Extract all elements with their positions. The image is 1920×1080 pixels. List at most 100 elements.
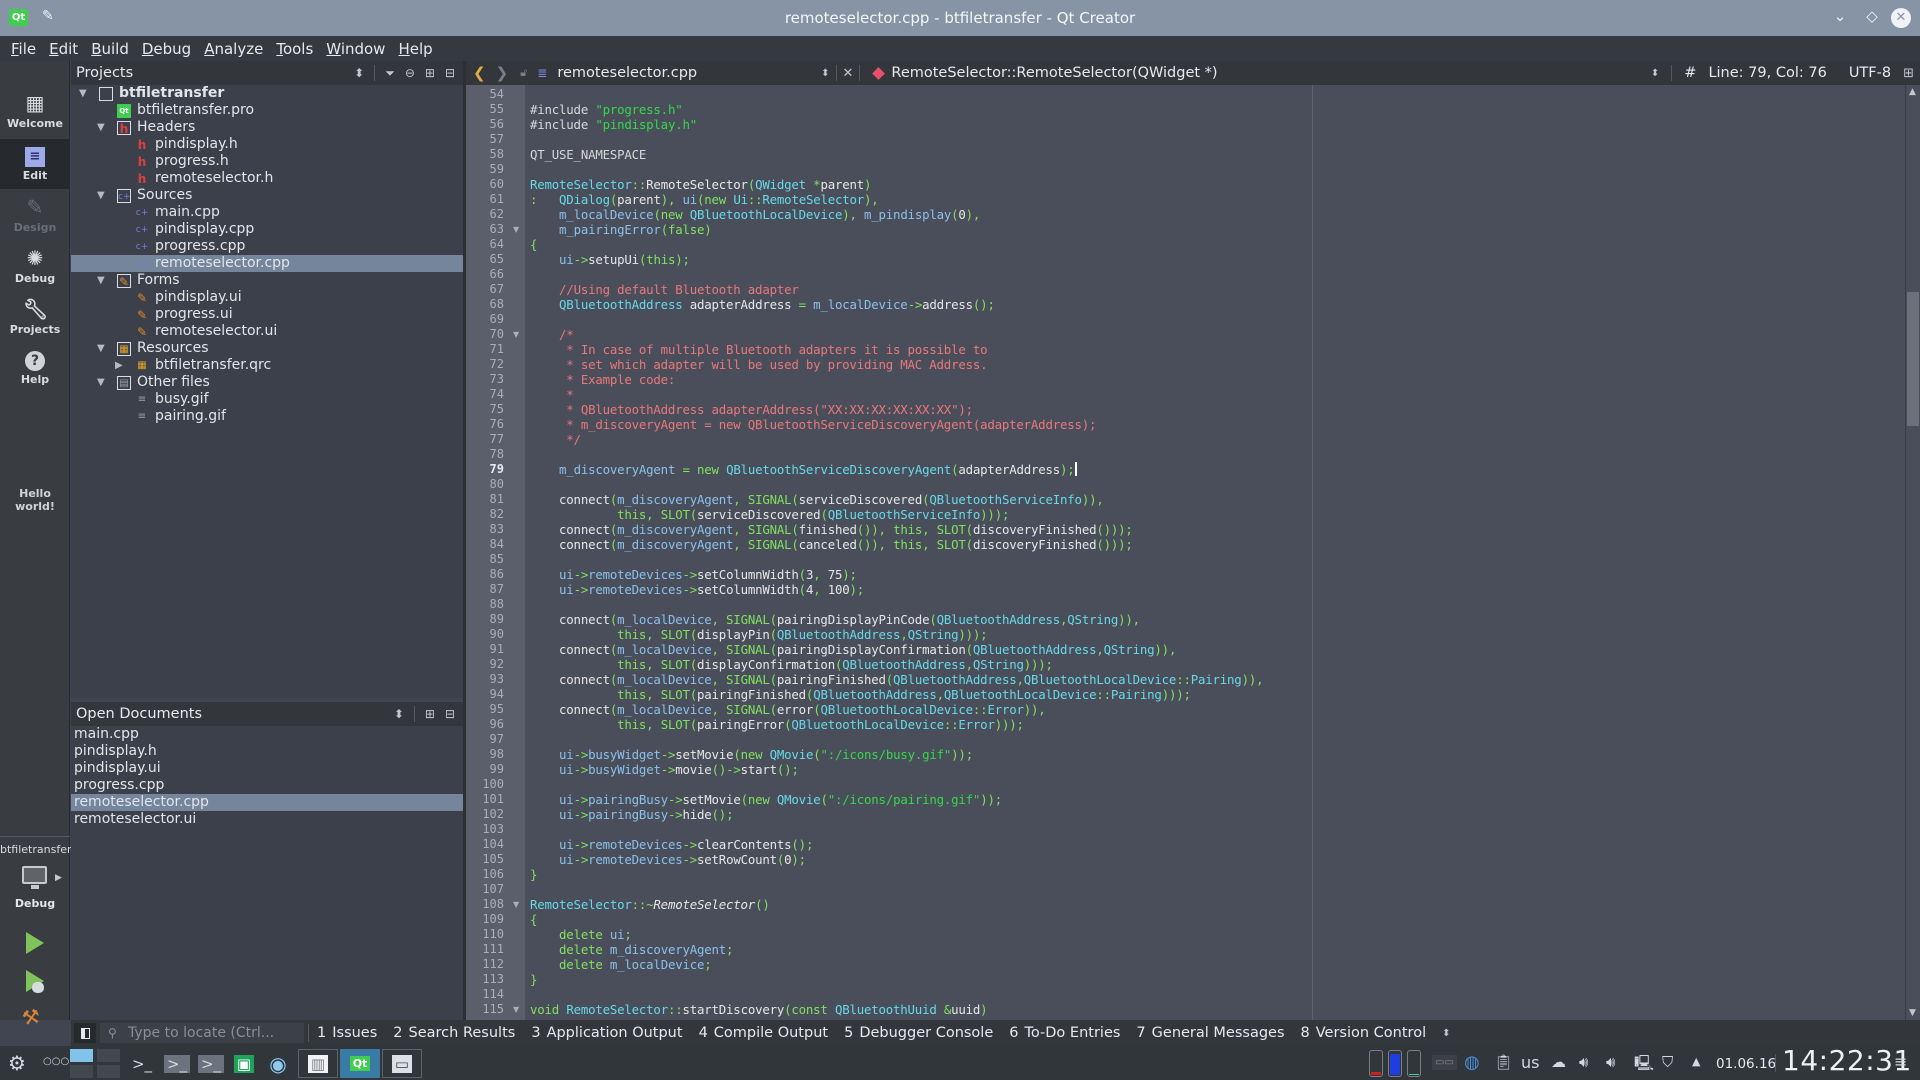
tree-item[interactable]: c+ remoteselector.cpp xyxy=(71,255,463,272)
code-line[interactable]: delete ui; xyxy=(530,927,632,942)
browser-launcher[interactable]: ◉ xyxy=(258,1049,298,1078)
code-line[interactable]: RemoteSelector::RemoteSelector(QWidget *… xyxy=(530,177,871,192)
code-line[interactable]: this, SLOT(displayPin(QBluetoothAddress,… xyxy=(530,627,988,642)
tree-item[interactable]: ▼ c+ Sources xyxy=(71,187,463,204)
link-editor-icon[interactable]: ⊖ xyxy=(405,66,415,80)
mode-welcome[interactable]: ▦ Welcome xyxy=(0,87,70,137)
code-line[interactable]: m_discoveryAgent = new QBluetoothService… xyxy=(530,462,1077,477)
menu-build[interactable]: Build xyxy=(86,40,137,58)
mode-help[interactable]: ? Help xyxy=(0,345,70,395)
tree-item[interactable]: ▼ btfiletransfer xyxy=(71,85,463,102)
scroll-down-icon[interactable]: ▼ xyxy=(1909,1008,1916,1018)
tree-item[interactable]: h remoteselector.h xyxy=(71,170,463,187)
code-line[interactable]: ui->remoteDevices->setRowCount(0); xyxy=(530,852,806,867)
open-document-item[interactable]: remoteselector.ui xyxy=(71,811,463,828)
code-line[interactable]: //Using default Bluetooth adapter xyxy=(530,282,799,297)
code-line[interactable]: { xyxy=(530,912,537,927)
close-pane-icon[interactable]: ⊟ xyxy=(445,66,455,80)
code-line[interactable]: ui->remoteDevices->setColumnWidth(4, 100… xyxy=(530,582,864,597)
code-line[interactable]: connect(m_discoveryAgent, SIGNAL(cancele… xyxy=(530,537,1133,552)
terminal-launcher[interactable]: >_ xyxy=(122,1049,162,1078)
panel-menu-icon[interactable]: ≡ xyxy=(1894,1052,1907,1071)
output-tab-to-do-entries[interactable]: 6 To-Do Entries xyxy=(1009,1025,1120,1041)
task-qt-creator[interactable]: Qt xyxy=(340,1049,380,1078)
code-line[interactable]: : QDialog(parent), ui(new Ui::RemoteSele… xyxy=(530,192,879,207)
mode-debug[interactable]: ✺ Debug xyxy=(0,242,70,292)
code-line[interactable]: ui->busyWidget->movie()->start(); xyxy=(530,762,799,777)
output-tabs-switch-icon[interactable]: ⬍ xyxy=(1442,1028,1450,1039)
mode-projects[interactable]: 🔧︎ Projects xyxy=(0,293,70,343)
file-switch-icon[interactable]: ⬍ xyxy=(821,68,829,79)
code-line[interactable]: connect(m_localDevice, SIGNAL(pairingDis… xyxy=(530,642,1176,657)
minimize-button[interactable]: ⌄ xyxy=(1830,7,1850,25)
expand-arrow-icon[interactable]: ▼ xyxy=(97,340,105,357)
expand-arrow-icon[interactable]: ▼ xyxy=(97,119,105,136)
code-line[interactable]: this, SLOT(serviceDiscovered(QBluetoothS… xyxy=(530,507,1009,522)
fold-marker-icon[interactable]: ▼ xyxy=(513,897,519,912)
code-line[interactable]: { xyxy=(530,237,537,252)
collapse-arrow-icon[interactable]: ▶ xyxy=(115,357,123,374)
tree-item[interactable]: ▼ ▤ Other files xyxy=(71,374,463,391)
fold-marker-icon[interactable]: ▼ xyxy=(513,327,519,342)
code-line[interactable]: this, SLOT(pairingError(QBluetoothLocalD… xyxy=(530,717,1024,732)
menu-debug[interactable]: Debug xyxy=(137,40,199,58)
menu-tools[interactable]: Tools xyxy=(271,40,321,58)
code-line[interactable]: void RemoteSelector::startDiscovery(cons… xyxy=(530,1002,988,1017)
task-dolphin[interactable]: ▥ xyxy=(298,1049,338,1078)
expand-arrow-icon[interactable]: ▼ xyxy=(97,272,105,289)
tree-item[interactable]: ✎ pindisplay.ui xyxy=(71,289,463,306)
output-tab-general-messages[interactable]: 7 General Messages xyxy=(1136,1025,1284,1041)
code-line[interactable]: ui->pairingBusy->hide(); xyxy=(530,807,733,822)
virtual-desktop-pager[interactable] xyxy=(70,1049,122,1078)
show-hidden-icons[interactable]: ▲ xyxy=(1692,1055,1700,1068)
keyboard-layout[interactable]: us xyxy=(1521,1053,1539,1072)
menu-help[interactable]: Help xyxy=(393,40,440,58)
code-line[interactable]: * m_discoveryAgent = new QBluetoothServi… xyxy=(530,417,1096,432)
code-line[interactable]: * xyxy=(530,387,573,402)
thunderbird-icon[interactable]: ◍ xyxy=(1464,1052,1480,1073)
network-icon[interactable]: 🖳 xyxy=(1634,1053,1654,1078)
code-line[interactable]: * Example code: xyxy=(530,372,675,387)
code-line[interactable]: delete m_localDevice; xyxy=(530,957,712,972)
code-line[interactable]: this, SLOT(displayConfirmation(QBluetoot… xyxy=(530,657,1053,672)
date-label[interactable]: 01.06.16 xyxy=(1716,1056,1776,1072)
run-button[interactable] xyxy=(26,932,44,954)
close-document-icon[interactable]: ✕ xyxy=(843,66,854,81)
code-line[interactable]: connect(m_discoveryAgent, SIGNAL(service… xyxy=(530,492,1104,507)
code-line[interactable]: */ xyxy=(530,432,581,447)
tree-item[interactable]: ≡ busy.gif xyxy=(71,391,463,408)
current-file-dropdown[interactable]: remoteselector.cpp xyxy=(557,65,697,81)
clipboard-icon[interactable]: 📋︎ xyxy=(1494,1053,1513,1071)
output-tab-application-output[interactable]: 3 Application Output xyxy=(531,1025,682,1041)
code-line[interactable]: * set which adapter will be used by prov… xyxy=(530,357,987,372)
code-line[interactable]: ui->busyWidget->setMovie(new QMovie(":/i… xyxy=(530,747,973,762)
editor-scrollbar[interactable]: ▲ ▼ xyxy=(1905,85,1920,1020)
symbol-switch-icon[interactable]: ⬍ xyxy=(1651,68,1659,79)
tree-item[interactable]: ≡ pairing.gif xyxy=(71,408,463,425)
fold-marker-icon[interactable]: ▼ xyxy=(513,222,519,237)
code-line[interactable]: QT_USE_NAMESPACE xyxy=(530,147,646,162)
code-line[interactable]: QBluetoothAddress adapterAddress = m_loc… xyxy=(530,297,995,312)
code-line[interactable]: } xyxy=(530,972,537,987)
split-editor-icon[interactable]: ⊞ xyxy=(1903,66,1914,81)
tree-item[interactable]: c+ main.cpp xyxy=(71,204,463,221)
code-line[interactable]: connect(m_discoveryAgent, SIGNAL(finishe… xyxy=(530,522,1133,537)
expand-arrow-icon[interactable]: ▼ xyxy=(97,187,105,204)
tree-item[interactable]: ✎ remoteselector.ui xyxy=(71,323,463,340)
split-icon[interactable]: ⊞ xyxy=(425,707,435,721)
maximize-button[interactable]: ◇ xyxy=(1862,7,1882,25)
open-document-item[interactable]: main.cpp xyxy=(71,726,463,743)
code-line[interactable]: RemoteSelector::~RemoteSelector() xyxy=(530,897,770,912)
open-document-item[interactable]: pindisplay.h xyxy=(71,743,463,760)
code-line[interactable]: m_localDevice(new QBluetoothLocalDevice)… xyxy=(530,207,980,222)
kde-launcher-icon[interactable]: ⚙ xyxy=(8,1051,26,1075)
split-icon[interactable]: ⊞ xyxy=(425,66,435,80)
back-icon[interactable]: ❮ xyxy=(473,64,486,82)
code-line[interactable]: * QBluetoothAddress adapterAddress("XX:X… xyxy=(530,402,973,417)
menu-file[interactable]: File xyxy=(6,40,44,58)
toggle-sidebar-button[interactable] xyxy=(74,1023,96,1043)
volume-icon[interactable]: 🔊︎ xyxy=(1579,1053,1588,1071)
code-line[interactable]: ui->remoteDevices->clearContents(); xyxy=(530,837,813,852)
tree-item[interactable]: h pindisplay.h xyxy=(71,136,463,153)
code-line[interactable]: connect(m_localDevice, SIGNAL(error(QBlu… xyxy=(530,702,1046,717)
